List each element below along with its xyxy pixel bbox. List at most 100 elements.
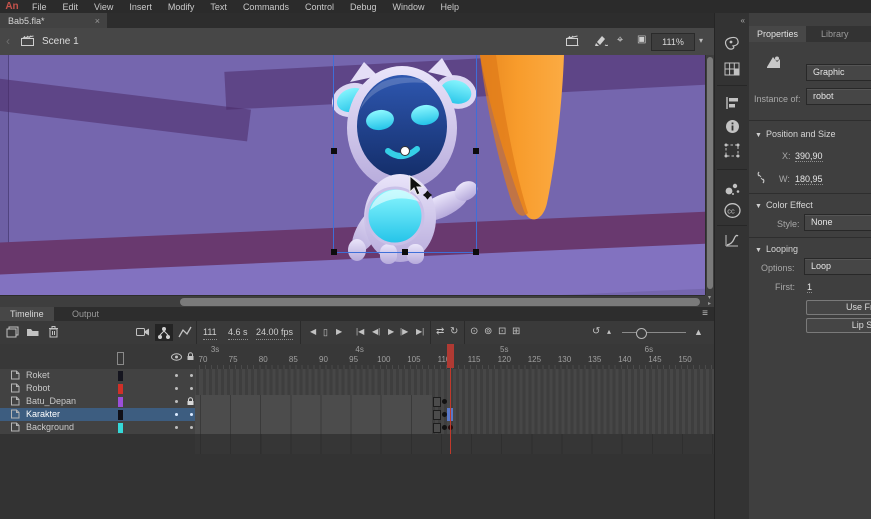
tab-properties[interactable]: Properties [749, 26, 806, 42]
stage-hscrollbar-thumb[interactable] [180, 298, 700, 306]
tab-timeline[interactable]: Timeline [0, 307, 54, 321]
layer-row-robot[interactable]: Robot [0, 382, 195, 396]
loop-step-fwd-icon[interactable]: ▶ [336, 325, 342, 339]
symbol-type-select[interactable]: Graphic [806, 64, 871, 81]
info-panel-icon[interactable] [722, 119, 742, 137]
modify-markers-icon[interactable]: ⊞ [512, 325, 520, 339]
layer-parenting-button[interactable] [155, 324, 173, 341]
frames-row-batu_depan[interactable] [195, 395, 714, 409]
go-last-frame-icon[interactable]: ▶| [416, 325, 424, 339]
span-end-bracket[interactable] [433, 423, 441, 433]
keyframe-dot[interactable] [442, 399, 447, 404]
menu-debug[interactable]: Debug [342, 2, 385, 12]
menu-help[interactable]: Help [433, 2, 468, 12]
transform-panel-icon[interactable] [722, 143, 742, 161]
span-end-bracket[interactable] [433, 397, 441, 407]
handle-bottom-right[interactable] [473, 249, 479, 255]
frames-row-background[interactable] [195, 421, 714, 435]
clip-content-icon[interactable]: ▣ [637, 34, 646, 45]
loop-step-back-icon[interactable]: ◀ [310, 325, 316, 339]
menu-window[interactable]: Window [385, 2, 433, 12]
layer-depth-button[interactable] [178, 326, 192, 338]
layer-outline-swatch[interactable] [118, 397, 123, 407]
transformation-point[interactable] [400, 146, 410, 156]
loop-options-select[interactable]: Loop [804, 258, 871, 275]
lip-sync-button[interactable]: Lip S [806, 318, 871, 333]
link-dimensions-icon[interactable] [755, 171, 767, 184]
tab-library[interactable]: Library [813, 26, 857, 42]
brush-library-icon[interactable] [722, 35, 742, 53]
swatches-icon[interactable] [722, 61, 742, 79]
close-icon[interactable]: × [95, 16, 107, 26]
color-effect-section-header[interactable]: ▼Color Effect [755, 200, 813, 210]
keyframe-dot[interactable] [442, 425, 447, 430]
menu-view[interactable]: View [86, 2, 121, 12]
menu-modify[interactable]: Modify [160, 2, 203, 12]
layer-row-batu_depan[interactable]: Batu_Depan [0, 395, 195, 409]
layer-row-background[interactable]: Background [0, 421, 195, 435]
position-size-section-header[interactable]: ▼Position and Size [755, 129, 835, 139]
zoom-caret-icon[interactable]: ▾ [699, 36, 703, 45]
align-panel-icon[interactable] [722, 95, 742, 113]
outline-color-column-icon[interactable] [117, 352, 124, 365]
onion-skin-icon[interactable]: ⊙ [470, 325, 478, 339]
layer-outline-swatch[interactable] [118, 410, 123, 420]
frames-row-robot[interactable] [195, 382, 714, 396]
playhead[interactable] [447, 344, 454, 368]
timeline-ruler[interactable]: 3s4s5s6s70758085909510010511011512012513… [195, 344, 714, 370]
cc-libraries-icon[interactable]: cc [722, 203, 742, 221]
edit-multiple-frames-icon[interactable]: ⊡ [498, 325, 506, 339]
tab-output[interactable]: Output [62, 307, 109, 321]
layer-outline-swatch[interactable] [118, 371, 123, 381]
layer-row-karakter[interactable]: Karakter [0, 408, 195, 422]
app-logo[interactable]: An [0, 1, 24, 12]
timeline-zoom-out-icon[interactable]: ▴ [607, 325, 611, 339]
stage-zoom-select[interactable]: 111% [651, 33, 695, 51]
collapse-panels-icon[interactable]: « [741, 16, 745, 25]
menu-insert[interactable]: Insert [121, 2, 160, 12]
menu-file[interactable]: File [24, 2, 55, 12]
frame-span[interactable] [195, 421, 432, 434]
play-icon[interactable]: ▶ [388, 325, 394, 339]
document-tab[interactable]: Bab5.fla* × [0, 13, 107, 28]
layer-outline-swatch[interactable] [118, 384, 123, 394]
frames-row-karakter[interactable] [195, 408, 714, 422]
menu-control[interactable]: Control [297, 2, 342, 12]
span-end-bracket[interactable] [433, 410, 441, 420]
first-frame-value[interactable]: 1 [807, 282, 812, 293]
panel-menu-icon[interactable]: ≡ [702, 308, 708, 319]
layer-outline-swatch[interactable] [118, 423, 123, 433]
x-value[interactable]: 390,90 [795, 151, 823, 162]
handle-bottom-center[interactable] [402, 249, 408, 255]
eye-column-icon[interactable] [171, 353, 182, 361]
center-playhead-icon[interactable]: ⇄ [436, 325, 444, 339]
style-select[interactable]: None [804, 214, 871, 231]
instance-name-field[interactable]: robot [806, 88, 871, 105]
frame-span[interactable] [195, 395, 432, 408]
layer-row-roket[interactable]: Roket [0, 369, 195, 383]
menu-commands[interactable]: Commands [235, 2, 297, 12]
go-first-frame-icon[interactable]: |◀ [356, 325, 364, 339]
stage[interactable] [0, 55, 705, 295]
edit-symbols-icon[interactable] [594, 34, 608, 47]
edit-scene-icon[interactable] [566, 35, 580, 46]
timeline-zoom-slider[interactable] [622, 332, 686, 333]
handle-mid-left[interactable] [331, 148, 337, 154]
scene-breadcrumb[interactable]: Scene 1 [42, 36, 79, 47]
back-arrow-icon[interactable]: ‹ [6, 34, 10, 48]
timeline-zoom-knob[interactable] [636, 328, 647, 339]
new-layer-button[interactable] [6, 326, 19, 338]
lock-column-icon[interactable] [186, 352, 195, 361]
w-value[interactable]: 180,95 [795, 174, 823, 185]
frame-rate-field[interactable]: 24.00 fps [256, 325, 293, 340]
next-frame-icon[interactable]: |▶ [400, 325, 408, 339]
current-frame-field[interactable]: 111 [203, 325, 217, 340]
reset-timeline-zoom-icon[interactable]: ↺ [592, 325, 600, 339]
new-folder-button[interactable] [26, 326, 40, 337]
particle-panel-icon[interactable] [722, 181, 742, 199]
frame-box-icon[interactable]: ▯ [323, 325, 328, 339]
onion-outlines-icon[interactable]: ⊚ [484, 325, 492, 339]
handle-bottom-left[interactable] [331, 249, 337, 255]
selection-box[interactable] [333, 55, 477, 253]
handle-mid-right[interactable] [473, 148, 479, 154]
